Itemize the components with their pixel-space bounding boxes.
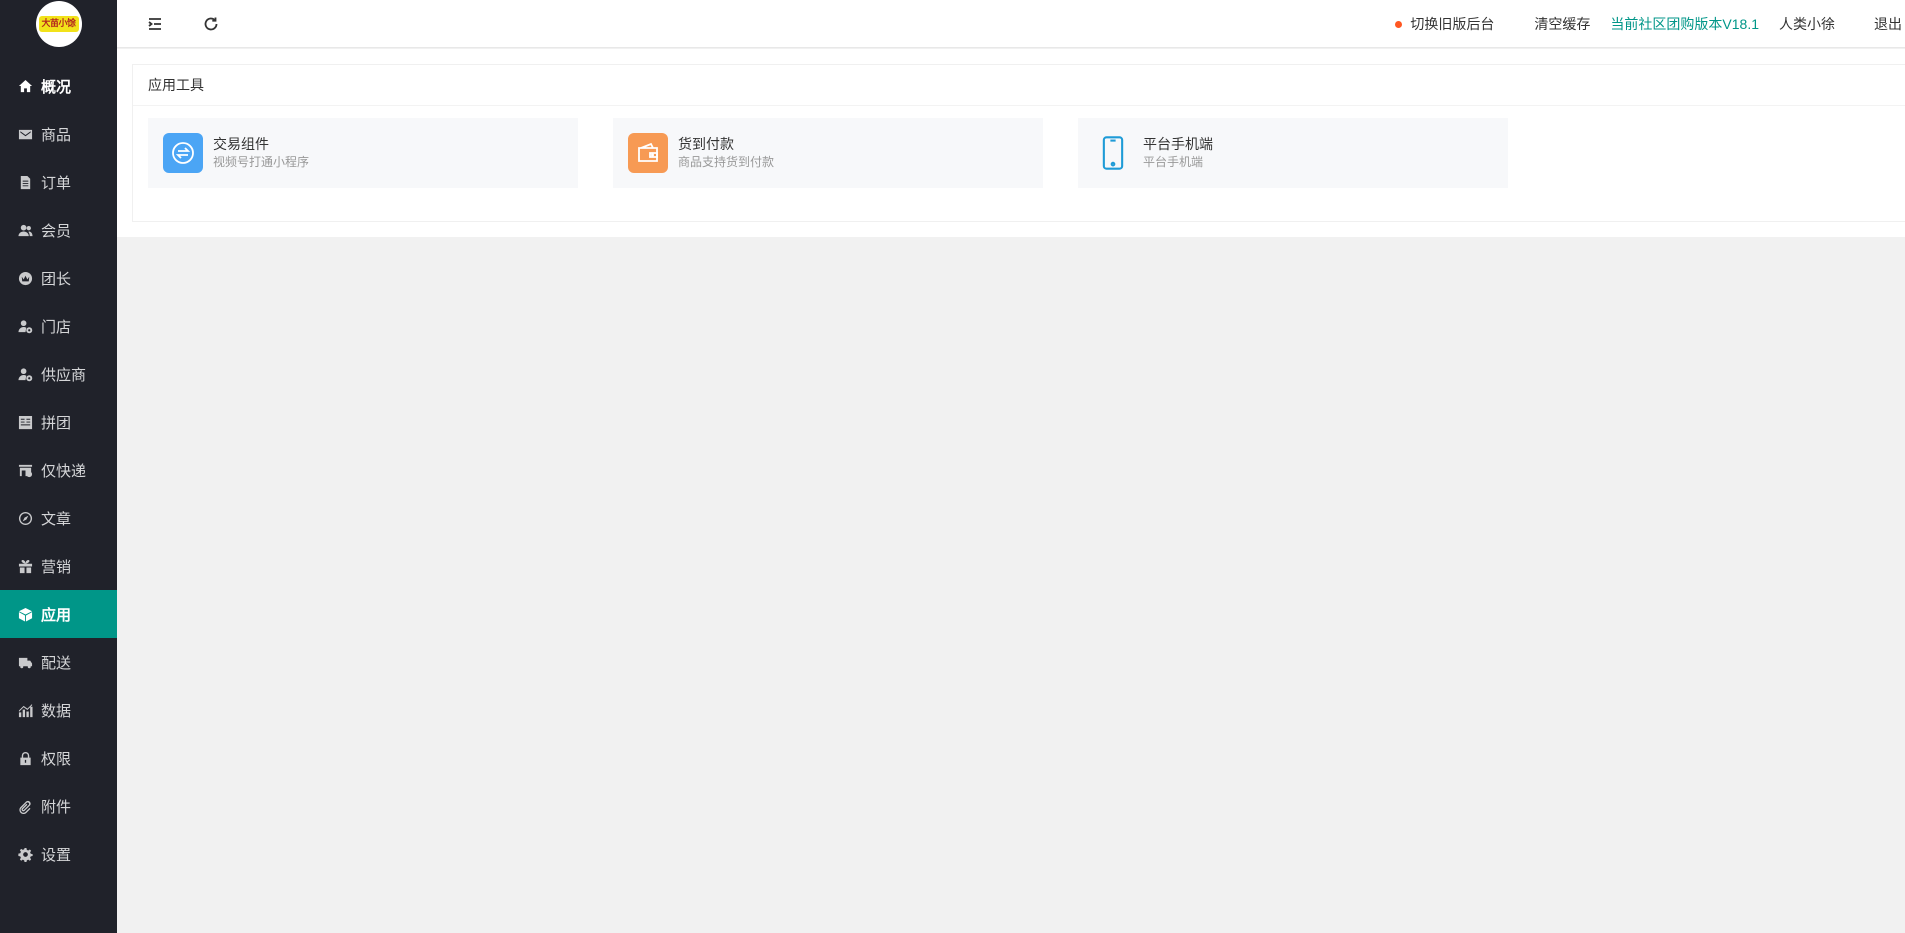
home-icon (17, 78, 33, 94)
store-icon (17, 462, 33, 478)
tool-desc: 平台手机端 (1143, 155, 1204, 169)
sidebar-item-marketing[interactable]: 营销 (0, 542, 117, 590)
card-title: 应用工具 (133, 65, 1905, 106)
main-content: 应用工具 交易组件 视频号打通小程序 货到付款 商品支持货到付款 平台手机端 平… (117, 49, 1905, 237)
sidebar-item-label: 数据 (41, 702, 72, 720)
bar-chart-icon (17, 702, 33, 718)
sidebar-item-label: 门店 (41, 318, 72, 336)
logo-text: 大苗小馀 (38, 16, 79, 32)
grid-icon (17, 414, 33, 430)
sidebar-item-label: 配送 (41, 654, 72, 672)
sidebar-item-label: 营销 (41, 558, 72, 576)
sidebar-item-goods[interactable]: 商品 (0, 110, 117, 158)
tool-text: 货到付款 商品支持货到付款 (678, 135, 774, 171)
sidebar-item-label: 概况 (41, 78, 72, 96)
sidebar-item-settings[interactable]: 设置 (0, 830, 117, 878)
sidebar-item-label: 订单 (41, 174, 72, 192)
logo[interactable]: 大苗小馀 (35, 1, 82, 47)
tool-text: 交易组件 视频号打通小程序 (213, 135, 309, 171)
sidebar-item-label: 会员 (41, 222, 72, 240)
logo-area: 大苗小馀 (0, 0, 117, 48)
header-actions: 切换旧版后台 清空缓存 当前社区团购版本V18.1 人类小徐 退出 (1395, 0, 1905, 48)
status-dot (1395, 20, 1403, 28)
tool-text: 平台手机端 平台手机端 (1143, 135, 1213, 171)
sidebar-item-orders[interactable]: 订单 (0, 158, 117, 206)
wallet-icon (628, 133, 668, 173)
logout-link[interactable]: 退出 (1874, 14, 1902, 34)
sidebar-item-leaders[interactable]: 团长 (0, 254, 117, 302)
tool-title: 交易组件 (213, 136, 269, 152)
truck-icon (17, 654, 33, 670)
sidebar-item-label: 商品 (41, 126, 72, 144)
gear-icon (17, 846, 33, 862)
sidebar-item-delivery[interactable]: 配送 (0, 638, 117, 686)
tool-desc: 商品支持货到付款 (678, 155, 775, 169)
sidebar-item-label: 设置 (41, 846, 72, 864)
indent-icon (148, 18, 161, 30)
refresh-button[interactable] (201, 14, 221, 34)
menu-collapse-button[interactable] (145, 14, 165, 34)
refresh-icon (204, 17, 218, 31)
sidebar-item-label: 附件 (41, 798, 72, 816)
tool-cash-on-delivery[interactable]: 货到付款 商品支持货到付款 (613, 118, 1043, 188)
switch-old-admin-link[interactable]: 切换旧版后台 (1395, 14, 1494, 34)
gift-icon (17, 558, 33, 574)
username[interactable]: 人类小徐 (1779, 14, 1835, 34)
sidebar-item-overview[interactable]: 概况 (0, 62, 117, 110)
sidebar-item-permissions[interactable]: 权限 (0, 734, 117, 782)
sidebar-item-label: 文章 (41, 510, 72, 528)
tool-platform-mobile[interactable]: 平台手机端 平台手机端 (1078, 118, 1508, 188)
lock-icon (17, 750, 33, 766)
sidebar-item-members[interactable]: 会员 (0, 206, 117, 254)
sidebar: 大苗小馀 概况 商品 订单 会员 团长 门店 供应商 拼团 仅快递 文章 营销 … (0, 0, 117, 933)
sidebar-item-label: 应用 (41, 606, 72, 624)
sidebar-item-attachments[interactable]: 附件 (0, 782, 117, 830)
tool-title: 平台手机端 (1143, 136, 1213, 152)
paperclip-icon (17, 798, 33, 814)
file-icon (17, 174, 33, 190)
sidebar-item-apps[interactable]: 应用 (0, 590, 117, 638)
envelope-icon (17, 126, 33, 142)
tool-trade-component[interactable]: 交易组件 视频号打通小程序 (148, 118, 578, 188)
sidebar-item-label: 仅快递 (41, 462, 87, 480)
sidebar-item-express[interactable]: 仅快递 (0, 446, 117, 494)
user-gear-icon (17, 318, 33, 334)
app-tools-card: 应用工具 交易组件 视频号打通小程序 货到付款 商品支持货到付款 平台手机端 平… (132, 64, 1905, 222)
tool-desc: 视频号打通小程序 (213, 155, 310, 169)
exchange-icon (163, 133, 203, 173)
crown-icon (17, 270, 33, 286)
phone-icon (1093, 133, 1133, 173)
sidebar-item-label: 团长 (41, 270, 72, 288)
sidebar-item-label: 供应商 (41, 366, 87, 384)
user-gear-icon (17, 366, 33, 382)
tool-title: 货到付款 (678, 136, 734, 152)
sidebar-item-label: 权限 (41, 750, 72, 768)
clear-cache-link[interactable]: 清空缓存 (1534, 14, 1590, 34)
sidebar-item-data[interactable]: 数据 (0, 686, 117, 734)
sidebar-item-groupbuy[interactable]: 拼团 (0, 398, 117, 446)
sidebar-menu: 概况 商品 订单 会员 团长 门店 供应商 拼团 仅快递 文章 营销 应用 配送… (0, 62, 117, 878)
cube-icon (17, 606, 33, 622)
sidebar-item-articles[interactable]: 文章 (0, 494, 117, 542)
sidebar-item-suppliers[interactable]: 供应商 (0, 350, 117, 398)
sidebar-item-stores[interactable]: 门店 (0, 302, 117, 350)
compass-icon (17, 510, 33, 526)
sidebar-item-label: 拼团 (41, 414, 72, 432)
top-header: 切换旧版后台 清空缓存 当前社区团购版本V18.1 人类小徐 退出 (117, 0, 1905, 48)
switch-old-admin-label: 切换旧版后台 (1410, 16, 1495, 32)
version-link[interactable]: 当前社区团购版本V18.1 (1610, 14, 1759, 34)
users-icon (17, 222, 33, 238)
